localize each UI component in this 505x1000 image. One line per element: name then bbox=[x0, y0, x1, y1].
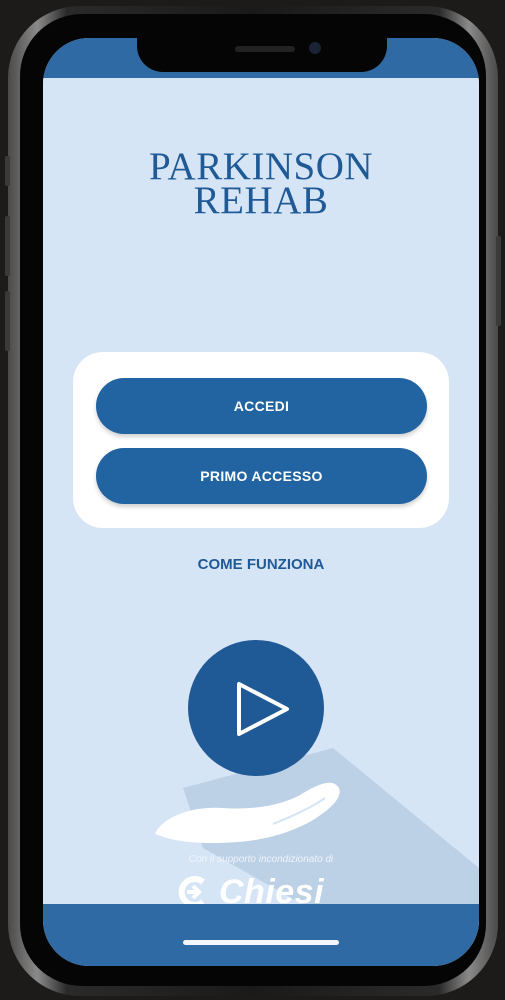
login-card: ACCEDI PRIMO ACCESSO bbox=[73, 352, 449, 528]
notch bbox=[137, 38, 387, 72]
first-access-button[interactable]: PRIMO ACCESSO bbox=[96, 448, 427, 504]
play-circle bbox=[188, 640, 324, 776]
app-title-line2: REHAB bbox=[193, 179, 329, 222]
how-it-works-link[interactable]: COME FUNZIONA bbox=[43, 556, 479, 573]
login-button[interactable]: ACCEDI bbox=[96, 378, 427, 434]
app-title: PARKINSON REHAB bbox=[43, 147, 479, 222]
home-indicator[interactable] bbox=[183, 940, 339, 945]
side-button bbox=[5, 156, 10, 186]
bottom-bar bbox=[43, 904, 479, 966]
volume-down-button bbox=[5, 291, 10, 351]
front-camera bbox=[309, 42, 321, 54]
power-button bbox=[496, 236, 501, 326]
volume-up-button bbox=[5, 216, 10, 276]
support-text: Con il supporto incondizionato di bbox=[188, 854, 334, 865]
phone-screen: PARKINSON REHAB ACCEDI PRIMO ACCESSO COM… bbox=[43, 38, 479, 966]
speaker-grille bbox=[235, 46, 295, 52]
main-area: PARKINSON REHAB ACCEDI PRIMO ACCESSO COM… bbox=[43, 78, 479, 944]
